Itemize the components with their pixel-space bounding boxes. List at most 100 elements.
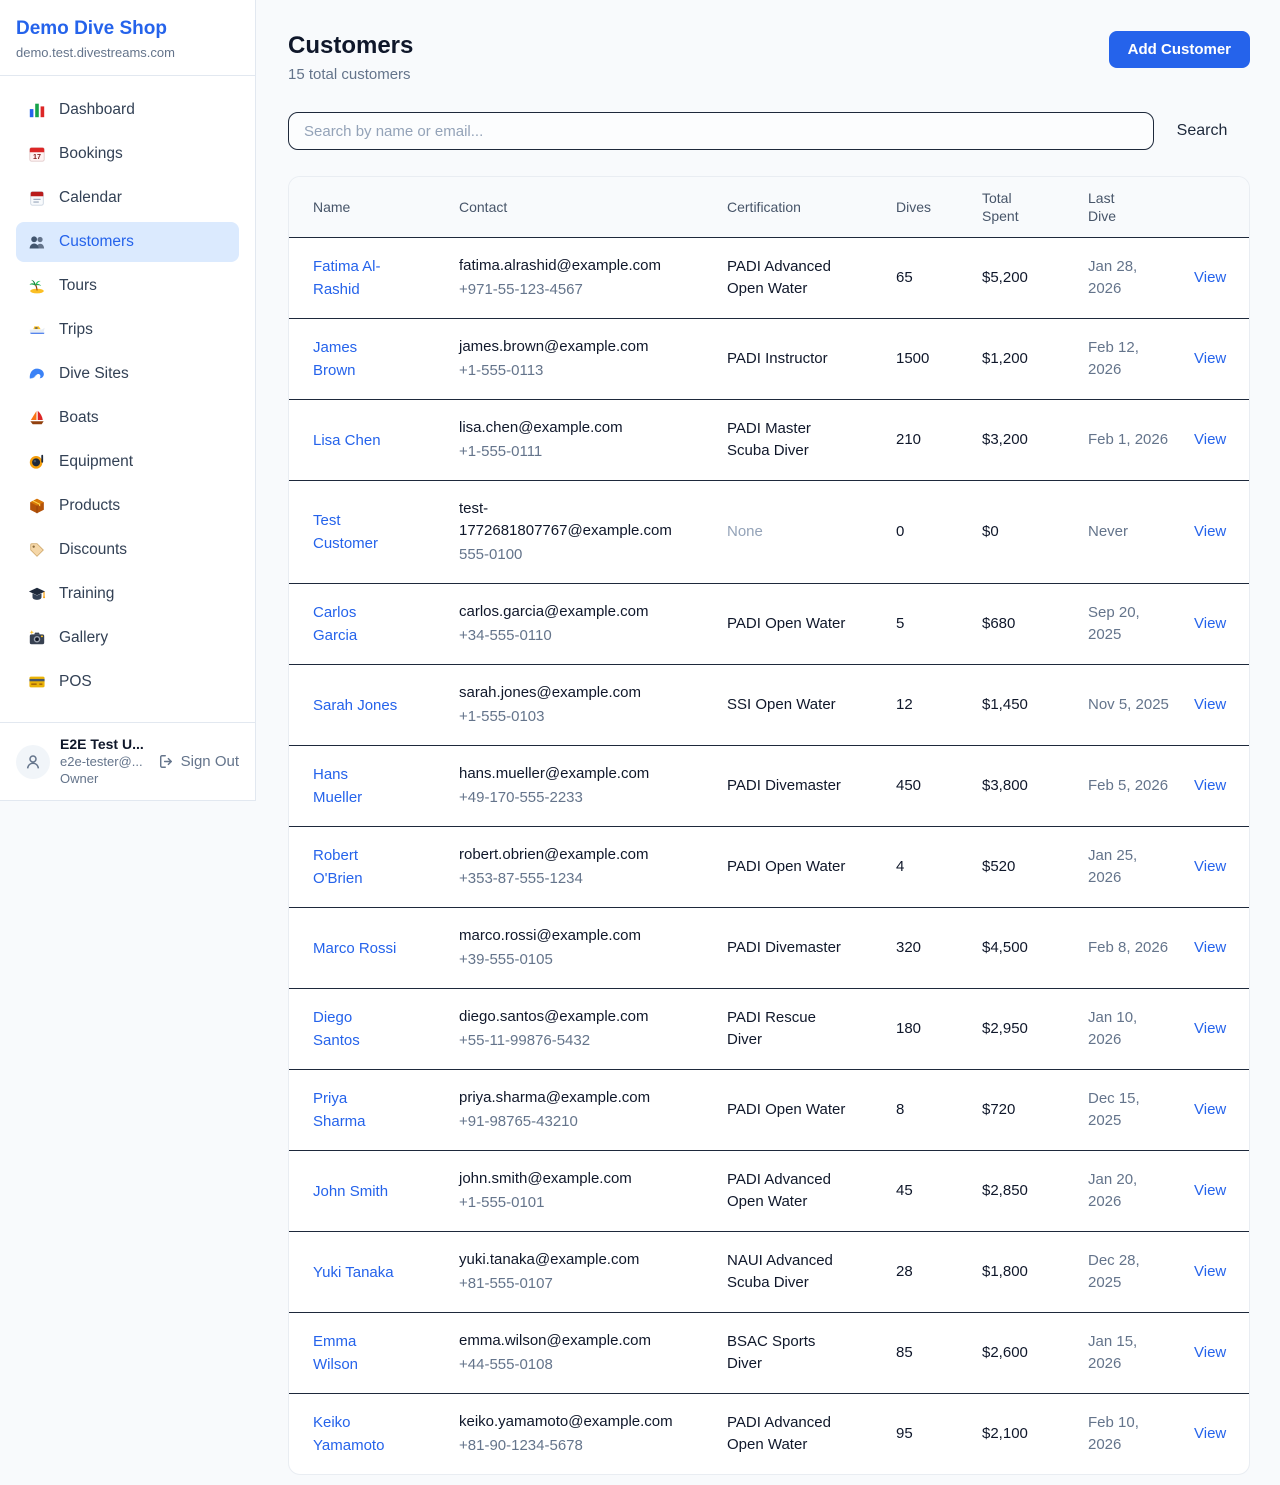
customer-total-spent: $1,200 bbox=[958, 319, 1064, 400]
customer-total-spent: $2,100 bbox=[958, 1394, 1064, 1475]
search-button[interactable]: Search bbox=[1154, 122, 1250, 140]
customer-certification: PADI Instructor bbox=[703, 319, 872, 400]
view-link[interactable]: View bbox=[1194, 1425, 1226, 1442]
customer-dives: 95 bbox=[872, 1394, 958, 1475]
sidebar-item-equipment[interactable]: Equipment bbox=[16, 442, 239, 482]
customer-phone: +81-90-1234-5678 bbox=[459, 1435, 689, 1457]
table-row: Priya Sharma priya.sharma@example.com +9… bbox=[289, 1070, 1250, 1151]
customer-phone: +44-555-0108 bbox=[459, 1354, 689, 1376]
customer-last-dive: Jan 25, 2026 bbox=[1064, 827, 1170, 908]
view-link[interactable]: View bbox=[1194, 269, 1226, 286]
search-bar: Search bbox=[288, 112, 1250, 150]
table-row: Keiko Yamamoto keiko.yamamoto@example.co… bbox=[289, 1394, 1250, 1475]
sidebar-item-trips[interactable]: Trips bbox=[16, 310, 239, 350]
customer-email: robert.obrien@example.com bbox=[459, 844, 689, 866]
customer-email: priya.sharma@example.com bbox=[459, 1087, 689, 1109]
main-content: Customers 15 total customers Add Custome… bbox=[256, 0, 1280, 1475]
sign-out-button[interactable]: Sign Out bbox=[158, 753, 239, 770]
view-link[interactable]: View bbox=[1194, 1263, 1226, 1280]
view-link[interactable]: View bbox=[1194, 1344, 1226, 1361]
sidebar-item-boats[interactable]: Boats bbox=[16, 398, 239, 438]
customer-name-link[interactable]: Sarah Jones bbox=[313, 697, 397, 714]
sidebar-item-products[interactable]: Products bbox=[16, 486, 239, 526]
customer-name-link[interactable]: Marco Rossi bbox=[313, 940, 396, 957]
view-link[interactable]: View bbox=[1194, 1101, 1226, 1118]
tag-icon bbox=[28, 541, 46, 559]
customer-dives: 65 bbox=[872, 238, 958, 319]
customer-name-link[interactable]: Yuki Tanaka bbox=[313, 1264, 394, 1281]
view-link[interactable]: View bbox=[1194, 523, 1226, 540]
customer-last-dive: Jan 15, 2026 bbox=[1064, 1313, 1170, 1394]
customer-total-spent: $3,200 bbox=[958, 400, 1064, 481]
sailboat-icon bbox=[28, 409, 46, 427]
view-link[interactable]: View bbox=[1194, 858, 1226, 875]
sidebar-nav: Dashboard Bookings Calendar Customers To… bbox=[0, 76, 255, 722]
page-title: Customers bbox=[288, 31, 413, 60]
customer-total-spent: $5,200 bbox=[958, 238, 1064, 319]
customer-certification: BSAC Sports Diver bbox=[703, 1313, 872, 1394]
table-row: Marco Rossi marco.rossi@example.com +39-… bbox=[289, 908, 1250, 989]
customer-total-spent: $2,600 bbox=[958, 1313, 1064, 1394]
customer-name-link[interactable]: Lisa Chen bbox=[313, 432, 381, 449]
customer-name-link[interactable]: Test Customer bbox=[313, 512, 378, 552]
customer-email: keiko.yamamoto@example.com bbox=[459, 1411, 689, 1433]
customer-total-spent: $0 bbox=[958, 481, 1064, 584]
customer-name-link[interactable]: James Brown bbox=[313, 339, 357, 379]
customer-name-link[interactable]: Emma Wilson bbox=[313, 1333, 358, 1373]
customer-certification: PADI Advanced Open Water bbox=[703, 238, 872, 319]
view-link[interactable]: View bbox=[1194, 615, 1226, 632]
view-link[interactable]: View bbox=[1194, 696, 1226, 713]
customer-name-link[interactable]: Carlos Garcia bbox=[313, 604, 357, 644]
customer-last-dive: Dec 28, 2025 bbox=[1064, 1232, 1170, 1313]
view-link[interactable]: View bbox=[1194, 350, 1226, 367]
customer-total-spent: $1,450 bbox=[958, 665, 1064, 746]
sidebar-item-calendar[interactable]: Calendar bbox=[16, 178, 239, 218]
view-link[interactable]: View bbox=[1194, 1182, 1226, 1199]
customer-total-spent: $2,850 bbox=[958, 1151, 1064, 1232]
sidebar-item-dive-sites[interactable]: Dive Sites bbox=[16, 354, 239, 394]
customer-last-dive: Jan 10, 2026 bbox=[1064, 989, 1170, 1070]
search-input[interactable] bbox=[288, 112, 1154, 150]
customer-email: fatima.alrashid@example.com bbox=[459, 255, 689, 277]
customer-phone: +39-555-0105 bbox=[459, 949, 689, 971]
customer-name-link[interactable]: Fatima Al-Rashid bbox=[313, 258, 381, 298]
customer-last-dive: Jan 20, 2026 bbox=[1064, 1151, 1170, 1232]
sidebar-item-bookings[interactable]: Bookings bbox=[16, 134, 239, 174]
customer-name-link[interactable]: Diego Santos bbox=[313, 1009, 360, 1049]
customer-total-spent: $4,500 bbox=[958, 908, 1064, 989]
customer-phone: +353-87-555-1234 bbox=[459, 868, 689, 890]
customer-email: marco.rossi@example.com bbox=[459, 925, 689, 947]
bar-chart-icon bbox=[28, 101, 46, 119]
customer-email: sarah.jones@example.com bbox=[459, 682, 689, 704]
table-row: Hans Mueller hans.mueller@example.com +4… bbox=[289, 746, 1250, 827]
customer-phone: +971-55-123-4567 bbox=[459, 279, 689, 301]
view-link[interactable]: View bbox=[1194, 431, 1226, 448]
customer-name-link[interactable]: Priya Sharma bbox=[313, 1090, 366, 1130]
sidebar-item-pos[interactable]: POS bbox=[16, 662, 239, 702]
column-header-dives: Dives bbox=[872, 177, 958, 238]
customer-name-link[interactable]: Robert O'Brien bbox=[313, 847, 363, 887]
customer-name-link[interactable]: John Smith bbox=[313, 1183, 388, 1200]
customer-dives: 210 bbox=[872, 400, 958, 481]
customer-last-dive: Sep 20, 2025 bbox=[1064, 584, 1170, 665]
sidebar-item-customers[interactable]: Customers bbox=[16, 222, 239, 262]
customer-total-spent: $680 bbox=[958, 584, 1064, 665]
customer-total-spent: $1,800 bbox=[958, 1232, 1064, 1313]
view-link[interactable]: View bbox=[1194, 1020, 1226, 1037]
sidebar-item-gallery[interactable]: Gallery bbox=[16, 618, 239, 658]
add-customer-button[interactable]: Add Customer bbox=[1109, 31, 1250, 68]
sidebar-item-tours[interactable]: Tours bbox=[16, 266, 239, 306]
speedboat-icon bbox=[28, 321, 46, 339]
table-row: Test Customer test-1772681807767@example… bbox=[289, 481, 1250, 584]
customer-dives: 4 bbox=[872, 827, 958, 908]
sidebar-item-discounts[interactable]: Discounts bbox=[16, 530, 239, 570]
view-link[interactable]: View bbox=[1194, 939, 1226, 956]
customer-name-link[interactable]: Hans Mueller bbox=[313, 766, 362, 806]
customer-dives: 0 bbox=[872, 481, 958, 584]
customer-certification: PADI Advanced Open Water bbox=[703, 1151, 872, 1232]
user-name: E2E Test U... bbox=[60, 736, 148, 753]
sidebar-item-dashboard[interactable]: Dashboard bbox=[16, 90, 239, 130]
view-link[interactable]: View bbox=[1194, 777, 1226, 794]
sidebar-item-training[interactable]: Training bbox=[16, 574, 239, 614]
customer-name-link[interactable]: Keiko Yamamoto bbox=[313, 1414, 384, 1454]
